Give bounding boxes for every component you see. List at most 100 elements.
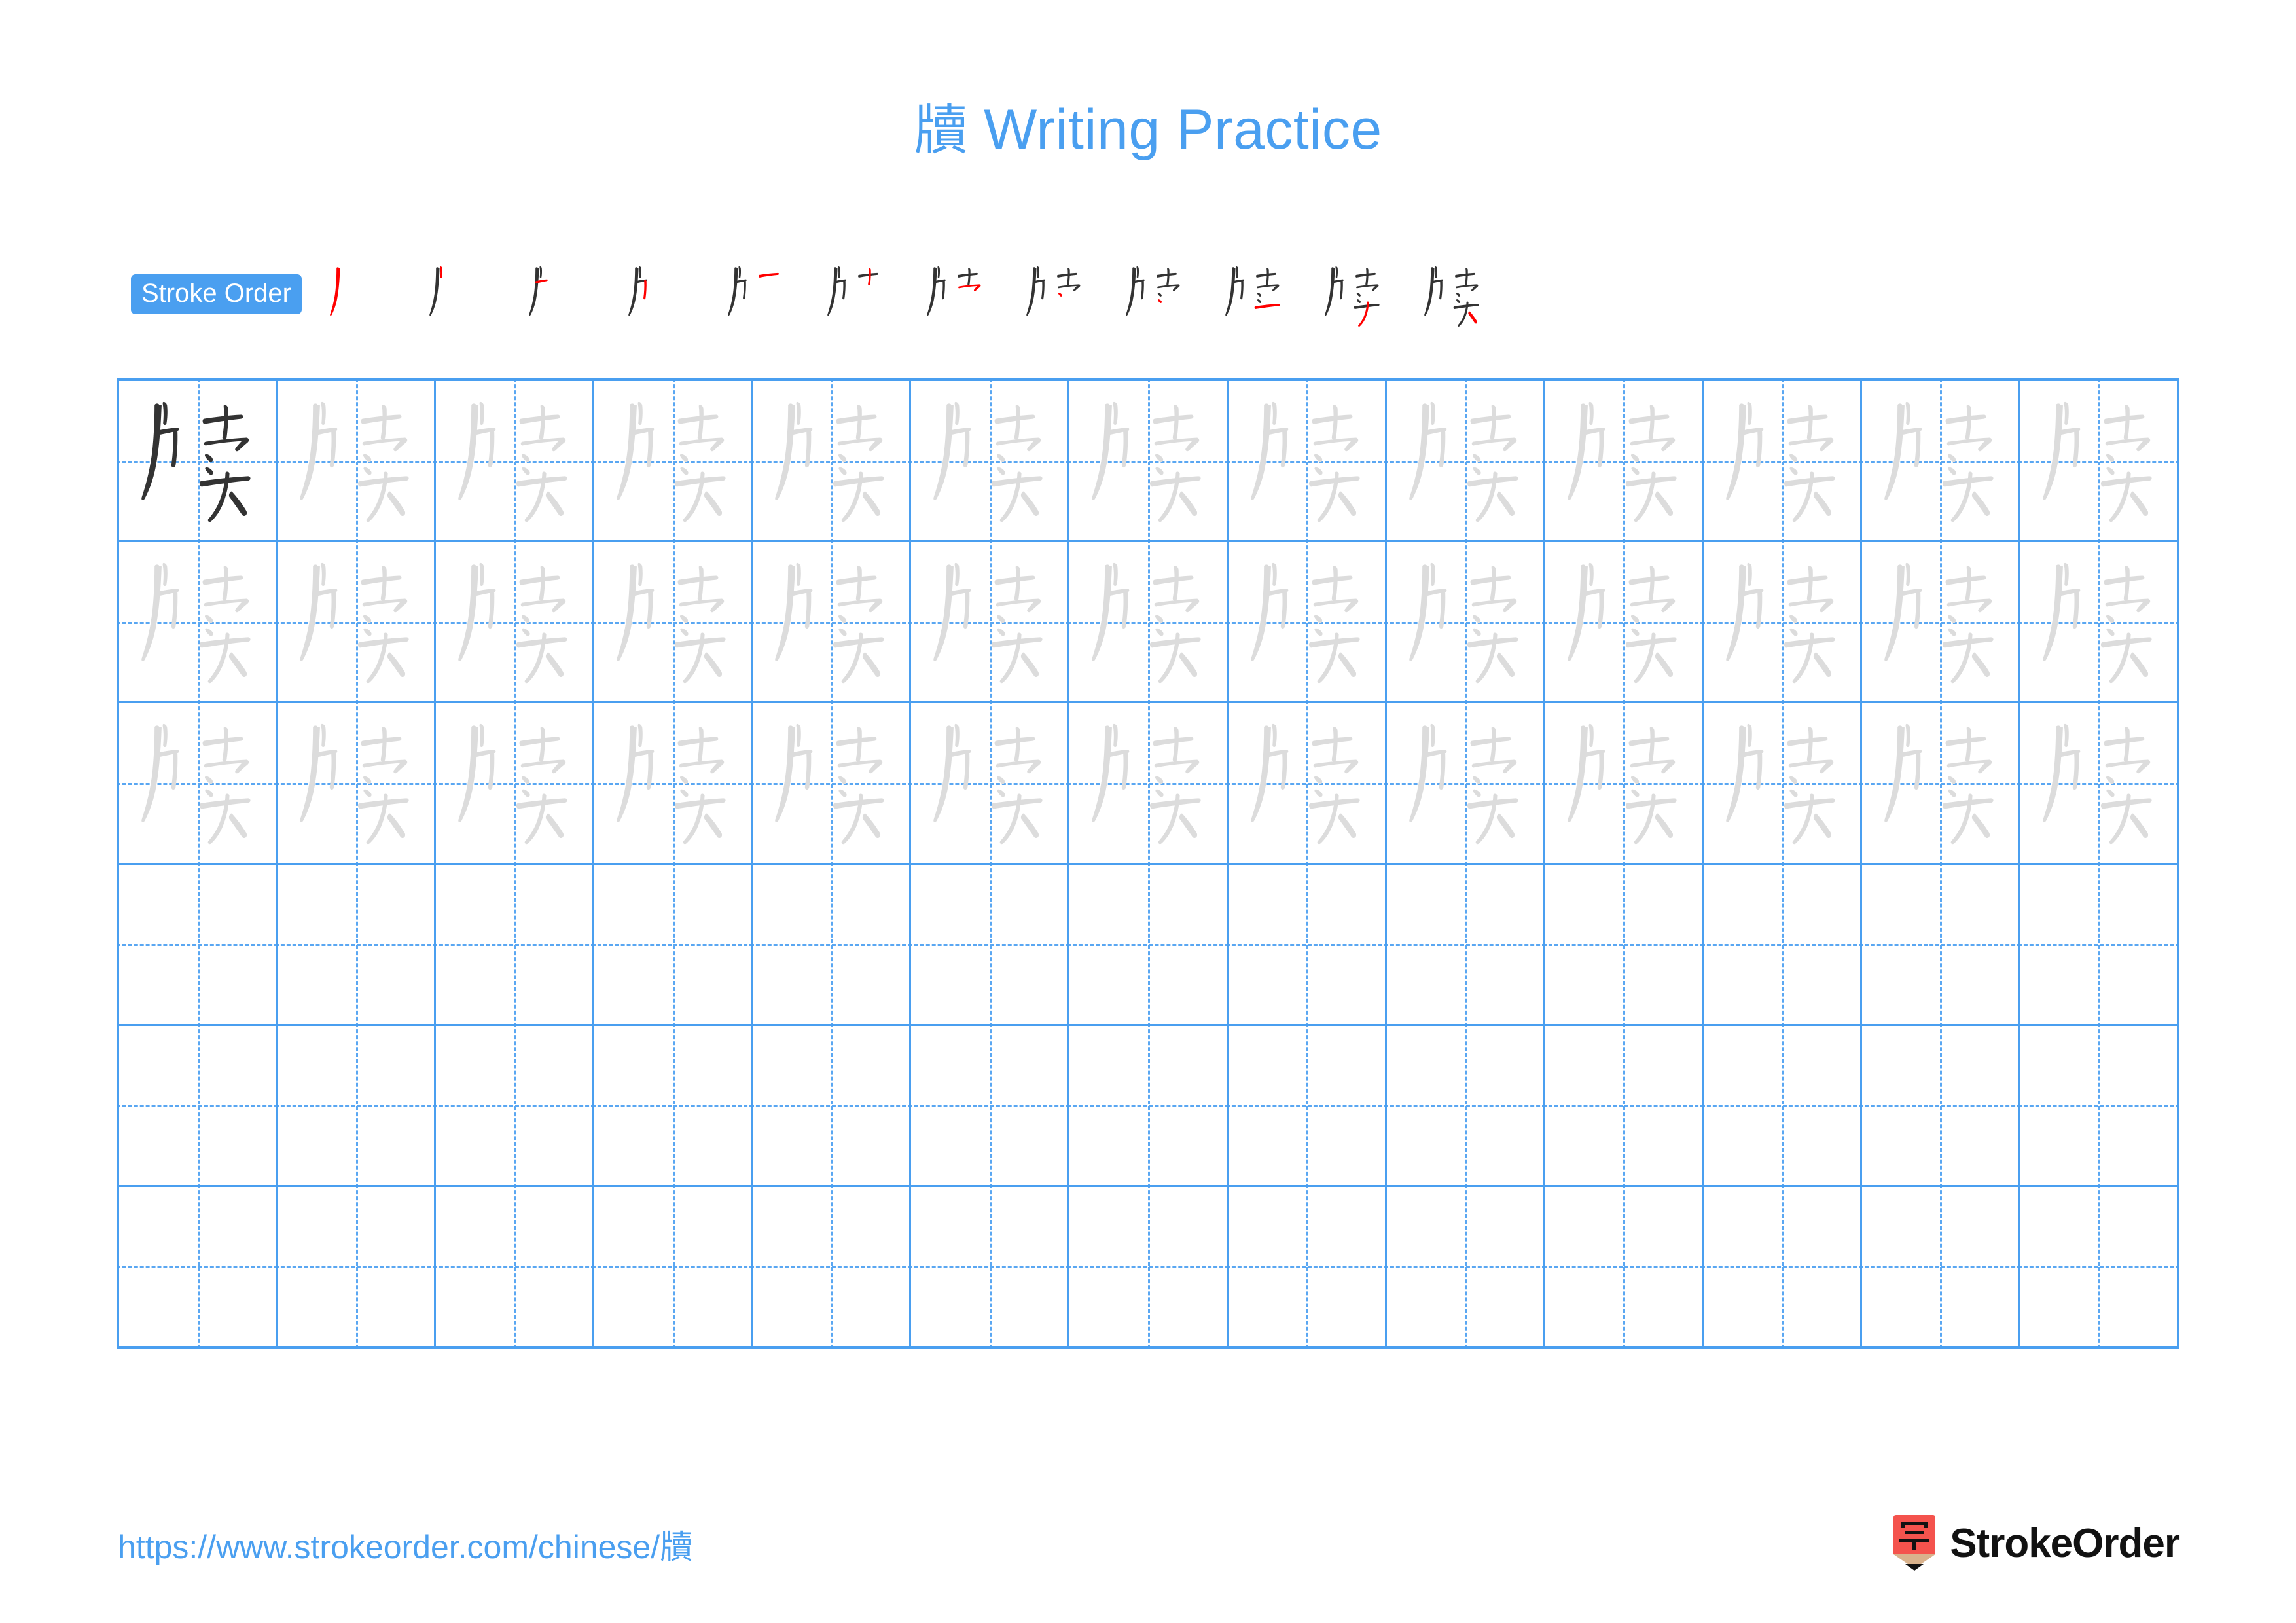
blank-practice-cell[interactable] [1386,1186,1545,1347]
trace-character-cell[interactable] [753,381,912,541]
blank-practice-cell[interactable] [1228,1025,1387,1185]
trace-character-cell[interactable] [1386,542,1545,702]
trace-character-cell[interactable] [278,381,437,541]
blank-practice-cell[interactable] [1703,1186,1862,1347]
trace-character-cell[interactable] [278,542,437,702]
pencil-icon [1891,1514,1938,1574]
trace-character-cell[interactable] [1069,381,1229,541]
blank-practice-cell[interactable] [1861,1186,2020,1347]
page-title-character: 牘 [914,100,968,162]
trace-character-cell[interactable] [1545,381,1704,541]
trace-character-glyph [1704,381,1860,540]
trace-character-cell[interactable] [911,542,1070,702]
blank-practice-cell[interactable] [1069,864,1229,1024]
trace-character-cell[interactable] [1545,542,1704,702]
blank-practice-cell[interactable] [1545,1186,1704,1347]
blank-practice-cell[interactable] [1861,864,2020,1024]
blank-practice-cell[interactable] [594,1025,753,1185]
trace-character-cell[interactable] [1545,703,1704,863]
footer-url[interactable]: https://www.strokeorder.com/chinese/牘 [118,1531,692,1563]
trace-character-cell[interactable] [1861,381,2020,541]
blank-practice-cell[interactable] [1386,864,1545,1024]
blank-practice-cell[interactable] [278,1186,437,1347]
trace-character-cell[interactable] [2020,703,2178,863]
trace-character-cell[interactable] [119,542,278,702]
trace-character-cell[interactable] [436,542,595,702]
blank-practice-cell[interactable] [594,1186,753,1347]
guide-line-vertical [1623,1186,1626,1347]
trace-character-cell[interactable] [1228,381,1387,541]
trace-character-cell[interactable] [119,703,278,863]
blank-practice-cell[interactable] [119,1025,278,1185]
trace-character-cell[interactable] [2020,542,2178,702]
trace-character-cell[interactable] [594,381,753,541]
trace-character-glyph [1545,542,1702,701]
blank-practice-cell[interactable] [1703,1025,1862,1185]
blank-practice-cell[interactable] [1228,1186,1387,1347]
blank-practice-cell[interactable] [278,1025,437,1185]
trace-character-glyph [2020,381,2177,540]
trace-character-cell[interactable] [1228,542,1387,702]
trace-character-glyph [1545,703,1702,862]
blank-practice-cell[interactable] [1228,864,1387,1024]
practice-row [119,1025,2178,1187]
trace-character-cell[interactable] [911,381,1070,541]
blank-practice-cell[interactable] [911,1186,1070,1347]
example-character-cell[interactable] [119,381,278,541]
blank-practice-cell[interactable] [753,864,912,1024]
blank-practice-cell[interactable] [1069,1186,1229,1347]
blank-practice-cell[interactable] [1545,864,1704,1024]
trace-character-cell[interactable] [1703,703,1862,863]
blank-practice-cell[interactable] [911,1025,1070,1185]
trace-character-glyph [2020,542,2177,701]
trace-character-cell[interactable] [1861,703,2020,863]
trace-character-cell[interactable] [1861,542,2020,702]
trace-character-cell[interactable] [436,381,595,541]
trace-character-glyph [119,703,276,862]
trace-character-cell[interactable] [1703,381,1862,541]
trace-character-glyph [911,703,1067,862]
trace-character-glyph [278,542,434,701]
trace-character-cell[interactable] [1386,381,1545,541]
guide-line-vertical [989,1186,992,1347]
stroke-order-sequence [308,257,2193,335]
stroke-step-8 [1005,257,1104,335]
blank-practice-cell[interactable] [1545,1025,1704,1185]
trace-character-cell[interactable] [753,703,912,863]
trace-character-cell[interactable] [2020,381,2178,541]
blank-practice-cell[interactable] [436,864,595,1024]
trace-character-cell[interactable] [911,703,1070,863]
blank-practice-cell[interactable] [1861,1025,2020,1185]
trace-character-cell[interactable] [278,703,437,863]
trace-character-cell[interactable] [594,703,753,863]
trace-character-cell[interactable] [1228,703,1387,863]
trace-character-cell[interactable] [1069,703,1229,863]
blank-practice-cell[interactable] [1703,864,1862,1024]
guide-line-vertical [672,864,675,1024]
blank-practice-cell[interactable] [278,864,437,1024]
guide-line-vertical [2098,864,2101,1024]
guide-line-vertical [355,1186,358,1347]
blank-practice-cell[interactable] [753,1186,912,1347]
practice-row [119,542,2178,704]
trace-character-cell[interactable] [594,542,753,702]
blank-practice-cell[interactable] [436,1025,595,1185]
blank-practice-cell[interactable] [1069,1025,1229,1185]
blank-practice-cell[interactable] [594,864,753,1024]
blank-practice-cell[interactable] [2020,864,2178,1024]
guide-line-vertical [831,1186,833,1347]
blank-practice-cell[interactable] [911,864,1070,1024]
blank-practice-cell[interactable] [2020,1186,2178,1347]
blank-practice-cell[interactable] [2020,1025,2178,1185]
blank-practice-cell[interactable] [436,1186,595,1347]
blank-practice-cell[interactable] [1386,1025,1545,1185]
trace-character-cell[interactable] [1386,703,1545,863]
trace-character-cell[interactable] [753,542,912,702]
trace-character-cell[interactable] [436,703,595,863]
trace-character-cell[interactable] [1069,542,1229,702]
blank-practice-cell[interactable] [119,1186,278,1347]
blank-practice-cell[interactable] [753,1025,912,1185]
guide-line-vertical [1623,864,1626,1024]
blank-practice-cell[interactable] [119,864,278,1024]
trace-character-cell[interactable] [1703,542,1862,702]
